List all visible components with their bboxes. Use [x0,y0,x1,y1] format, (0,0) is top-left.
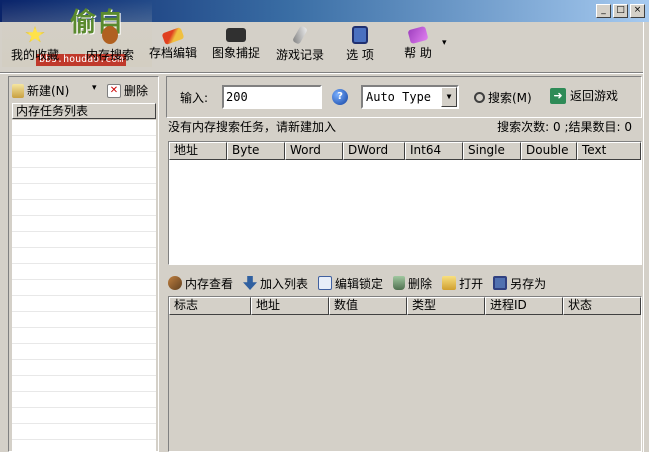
open-icon [442,276,457,290]
star-icon [25,26,45,43]
toolbar-label: 选 项 [346,48,374,62]
toolbar-label: 我的收藏 [10,48,59,62]
main-toolbar: 我的收藏 内存搜索 存档编辑 图象捕捉 游戏记录 选 项 帮 助 ▾ [0,22,649,70]
search-results-grid[interactable]: 地址 Byte Word DWord Int64 Single Double T… [168,141,642,265]
toolbar-label: 存档编辑 [148,46,197,60]
column-header[interactable]: 地址 [251,297,329,315]
save-as-icon [493,276,508,290]
add-list-button[interactable]: 加入列表 [243,273,308,293]
toolbar-label: 游戏记录 [275,48,324,62]
column-header[interactable]: 数值 [329,297,407,315]
watch-toolbar: 内存查看 加入列表 编辑锁定 删除 打开 另存为 [168,273,642,293]
toolbar-options[interactable]: 选 项 [340,22,380,68]
delete-watch-button[interactable]: 删除 [393,273,432,293]
column-header[interactable]: Text [577,142,641,160]
return-arrow-icon: ➜ [550,87,566,104]
watch-column-headers: 标志 地址 数值 类型 进程ID 状态 [169,297,641,315]
maximize-button[interactable]: □ [613,4,628,18]
search-button-label: 搜索(M) [488,91,532,105]
status-counts: 搜索次数: 0 ;结果数目: 0 [497,120,632,134]
watch-list[interactable]: 标志 地址 数值 类型 进程ID 状态 [168,296,642,452]
edit-lock-icon [318,276,333,290]
chevron-down-icon[interactable]: ▼ [441,87,457,107]
open-label: 打开 [459,276,484,291]
memory-view-label: 内存查看 [185,276,234,291]
task-list[interactable] [12,120,156,452]
save-edit-icon [161,26,185,46]
column-header[interactable]: 标志 [169,297,251,315]
add-list-label: 加入列表 [260,276,309,291]
close-button[interactable]: × [630,4,645,18]
new-task-button[interactable]: 新建(N) [12,82,69,99]
toolbar-help[interactable]: 帮 助 [398,22,438,68]
column-header[interactable]: Byte [227,142,285,160]
toolbar-label: 图象捕捉 [211,46,260,60]
input-label: 输入: [180,91,209,105]
camera-icon [226,28,246,42]
column-header[interactable]: Int64 [405,142,463,160]
search-button[interactable]: 搜索(M) [474,89,532,106]
record-icon [292,25,308,45]
return-game-button[interactable]: ➜ 返回游戏 [550,87,618,104]
help-icon [407,25,429,45]
options-icon [352,26,368,44]
delete-task-label: 删除 [124,84,149,98]
magnifier-icon [474,92,485,103]
save-as-button[interactable]: 另存为 [493,273,546,293]
memory-view-icon [168,276,182,290]
column-header[interactable]: 地址 [169,142,227,160]
column-header[interactable]: 进程ID [485,297,563,315]
toolbar-game-record[interactable]: 游戏记录 [272,22,328,68]
return-game-label: 返回游戏 [570,89,619,103]
search-value-input[interactable]: 200 [222,85,322,109]
new-icon [12,83,24,98]
edit-lock-button[interactable]: 编辑锁定 [318,273,383,293]
column-header[interactable]: Single [463,142,521,160]
toolbar-memory-search[interactable]: 内存搜索 [82,22,138,68]
new-task-dropdown[interactable]: ▾ [92,83,97,93]
window-right-edge [643,22,649,452]
toolbar-capture[interactable]: 图象捕捉 [208,22,264,68]
toolbar-separator [0,72,649,74]
add-list-icon [243,276,258,290]
delete-task-button[interactable]: ✕ 删除 [107,82,148,99]
new-task-label: 新建(N) [27,84,70,98]
open-button[interactable]: 打开 [442,273,483,293]
column-header[interactable]: Word [285,142,343,160]
delete-watch-label: 删除 [408,276,433,291]
status-message: 没有内存搜索任务，请新建加入 [168,120,337,134]
task-panel-toolbar: 新建(N) ▾ ✕ 删除 [12,81,158,99]
toolbar-favorites[interactable]: 我的收藏 [10,22,60,68]
memory-view-button[interactable]: 内存查看 [168,273,233,293]
toolbar-label: 内存搜索 [85,48,134,62]
column-header[interactable]: DWord [343,142,405,160]
status-strip: 没有内存搜索任务，请新建加入 搜索次数: 0 ;结果数目: 0 [166,118,642,136]
task-list-header[interactable]: 内存任务列表 [12,103,156,119]
column-header[interactable]: 状态 [563,297,641,315]
edit-lock-label: 编辑锁定 [335,276,384,291]
delete-icon [393,276,406,290]
save-as-label: 另存为 [510,276,547,291]
type-select[interactable]: Auto Type ▼ [361,85,459,109]
results-column-headers: 地址 Byte Word DWord Int64 Single Double T… [169,142,641,160]
column-header[interactable]: Double [521,142,577,160]
toolbar-save-edit[interactable]: 存档编辑 [146,22,200,68]
window-controls: _ □ × [596,4,645,18]
toolbar-more-arrow[interactable]: ▾ [442,38,447,48]
toolbar-label: 帮 助 [404,46,432,60]
help-icon[interactable]: ? [332,89,348,105]
type-select-value: Auto Type [366,90,432,104]
delete-icon: ✕ [107,83,121,98]
memory-search-icon [102,26,118,44]
column-header[interactable]: 类型 [407,297,485,315]
minimize-button[interactable]: _ [596,4,611,18]
